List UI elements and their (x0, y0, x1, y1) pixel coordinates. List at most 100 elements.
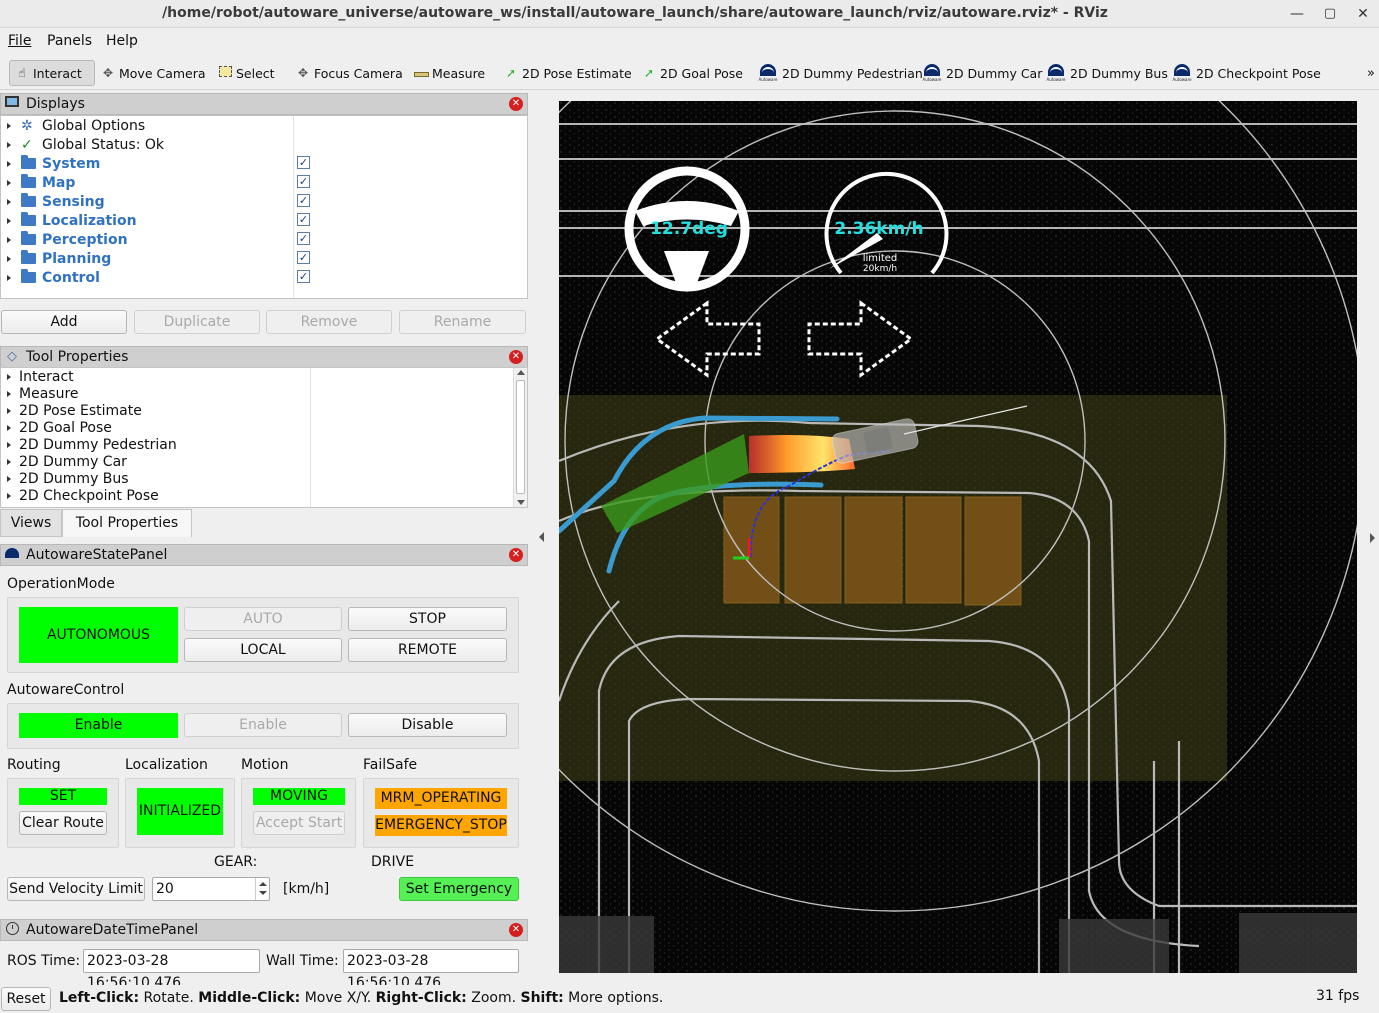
remote-mode-button[interactable]: REMOTE (348, 638, 507, 662)
tool-property-item[interactable]: 2D Checkpoint Pose (1, 487, 159, 504)
tool-properties-scrollbar[interactable] (513, 368, 527, 507)
velocity-limit-input[interactable]: 20 (152, 877, 270, 901)
accept-start-button[interactable]: Accept Start (253, 811, 345, 835)
tool-property-item[interactable]: 2D Dummy Pedestrian (1, 436, 177, 453)
tab-tool-properties[interactable]: Tool Properties (62, 509, 192, 537)
enable-control-button[interactable]: Enable (184, 713, 342, 737)
wall-time-field[interactable]: 2023-03-28 16:56:10.476 (343, 949, 519, 991)
set-emergency-button[interactable]: Set Emergency (399, 877, 519, 901)
render-viewport[interactable]: 12.7deg 2.36km/h limited 20km/h (559, 101, 1357, 973)
tool-property-item[interactable]: 2D Pose Estimate (1, 402, 142, 419)
tool-2d-checkpoint-pose[interactable]: Autoware 2D Checkpoint Pose (1172, 60, 1321, 86)
tool-interact[interactable]: ☝ Interact (9, 60, 95, 86)
tab-views[interactable]: Views (0, 509, 62, 537)
tool-2d-dummy-car[interactable]: Autoware 2D Dummy Car (922, 60, 1042, 86)
remove-display-button[interactable]: Remove (266, 310, 392, 334)
tool-focus-camera[interactable]: ✥ Focus Camera (295, 60, 403, 86)
tool-2d-pose-estimate[interactable]: ➚ 2D Pose Estimate (503, 60, 632, 86)
display-item-perception[interactable]: Perception (1, 230, 128, 249)
display-item-label: System (42, 155, 101, 172)
status-hint: Left-Click: Rotate. Middle-Click: Move X… (59, 990, 663, 1006)
add-display-button[interactable]: Add (1, 310, 127, 334)
tool-property-item[interactable]: Measure (1, 385, 79, 402)
menu-file[interactable]: File (8, 33, 31, 49)
display-checkbox-localization[interactable]: ✓ (297, 213, 310, 226)
chevron-down-icon[interactable] (259, 891, 267, 895)
hint-right-click-key: Right-Click: (375, 990, 467, 1006)
close-panel-icon[interactable]: ✕ (509, 923, 523, 937)
collapse-right-icon[interactable] (1370, 533, 1375, 543)
display-item-label: Planning (42, 250, 112, 267)
move-camera-icon: ✥ (102, 66, 114, 80)
display-item-planning[interactable]: Planning (1, 249, 111, 268)
datetime-panel-header: AutowareDateTimePanel ✕ (0, 919, 528, 941)
tool-property-item[interactable]: 2D Goal Pose (1, 419, 112, 436)
chevron-up-icon[interactable] (259, 882, 267, 886)
tool-2d-pose-estimate-label: 2D Pose Estimate (522, 65, 632, 81)
displays-tree: ✲ Global Options ✓ Global Status: Ok Syste… (0, 115, 528, 299)
display-item-map[interactable]: Map (1, 173, 75, 192)
scroll-up-icon[interactable] (517, 370, 525, 375)
tool-property-label: 2D Dummy Car (19, 453, 127, 470)
dock-splitter[interactable] (529, 92, 559, 985)
tool-2d-dummy-pedestrian[interactable]: Autoware 2D Dummy Pedestrian (758, 60, 923, 86)
hint-shift-action: More options. (563, 990, 664, 1006)
tool-property-item[interactable]: 2D Dummy Bus (1, 470, 129, 487)
menu-panels[interactable]: Panels (47, 33, 92, 49)
gear-icon: ✲ (21, 117, 33, 134)
tool-move-camera[interactable]: ✥ Move Camera (100, 60, 206, 86)
display-checkbox-planning[interactable]: ✓ (297, 251, 310, 264)
display-item-sensing[interactable]: Sensing (1, 192, 105, 211)
ros-time-label: ROS Time: (7, 953, 81, 969)
tool-measure[interactable]: Measure (413, 60, 485, 86)
display-checkbox-perception[interactable]: ✓ (297, 232, 310, 245)
send-velocity-limit-button[interactable]: Send Velocity Limit (7, 877, 145, 901)
display-checkbox-map[interactable]: ✓ (297, 175, 310, 188)
rename-display-button[interactable]: Rename (399, 310, 526, 334)
close-panel-icon[interactable]: ✕ (509, 97, 523, 111)
tool-property-item[interactable]: Interact (1, 368, 74, 385)
close-panel-icon[interactable]: ✕ (509, 350, 523, 364)
auto-mode-button[interactable]: AUTO (184, 607, 342, 631)
operation-mode-status: AUTONOMOUS (19, 607, 178, 663)
velocity-limit-value: 20 (156, 881, 174, 897)
folder-icon (21, 174, 36, 188)
display-item-global-status[interactable]: ✓ Global Status: Ok (1, 135, 164, 154)
clock-icon (4, 922, 20, 938)
ros-time-field[interactable]: 2023-03-28 16:56:10.476 (83, 949, 260, 991)
gear-value: DRIVE (371, 854, 415, 870)
tool-2d-goal-pose[interactable]: ➚ 2D Goal Pose (641, 60, 743, 86)
stop-mode-button[interactable]: STOP (348, 607, 507, 631)
toolbar-overflow-button[interactable]: » (1367, 60, 1375, 86)
disable-control-button[interactable]: Disable (348, 713, 507, 737)
collapse-left-icon[interactable] (539, 532, 544, 542)
maximize-button[interactable]: ▢ (1320, 4, 1340, 24)
clear-route-button[interactable]: Clear Route (19, 811, 107, 835)
display-item-control[interactable]: Control (1, 268, 100, 287)
tool-select[interactable]: Select (217, 60, 275, 86)
display-checkbox-sensing[interactable]: ✓ (297, 194, 310, 207)
tool-property-item[interactable]: 2D Dummy Car (1, 453, 127, 470)
close-button[interactable]: ✕ (1353, 4, 1373, 24)
tool-2d-dummy-bus[interactable]: Autoware 2D Dummy Bus (1046, 60, 1168, 86)
operation-mode-label: OperationMode (7, 576, 115, 592)
checkmark-icon: ✓ (21, 136, 33, 153)
local-mode-button[interactable]: LOCAL (184, 638, 342, 662)
display-checkbox-system[interactable]: ✓ (297, 156, 310, 169)
display-checkbox-control[interactable]: ✓ (297, 270, 310, 283)
display-item-localization[interactable]: Localization (1, 211, 137, 230)
scroll-down-icon[interactable] (517, 500, 525, 505)
reset-view-button[interactable]: Reset (1, 987, 51, 1011)
display-item-system[interactable]: System (1, 154, 100, 173)
spinbox-stepper[interactable] (255, 878, 269, 900)
minimize-button[interactable]: — (1287, 4, 1307, 24)
control-enable-status: Enable (19, 713, 178, 738)
autoware-state-panel-header: AutowareStatePanel ✕ (0, 544, 528, 566)
close-panel-icon[interactable]: ✕ (509, 548, 523, 562)
duplicate-display-button[interactable]: Duplicate (134, 310, 260, 334)
speed-value: 2.36km/h (834, 219, 924, 239)
autoware-state-panel-title: AutowareStatePanel (26, 547, 168, 563)
tool-properties-panel-header: ◇ Tool Properties ✕ (0, 346, 528, 368)
display-item-global-options[interactable]: ✲ Global Options (1, 116, 145, 135)
menu-help[interactable]: Help (106, 33, 138, 49)
